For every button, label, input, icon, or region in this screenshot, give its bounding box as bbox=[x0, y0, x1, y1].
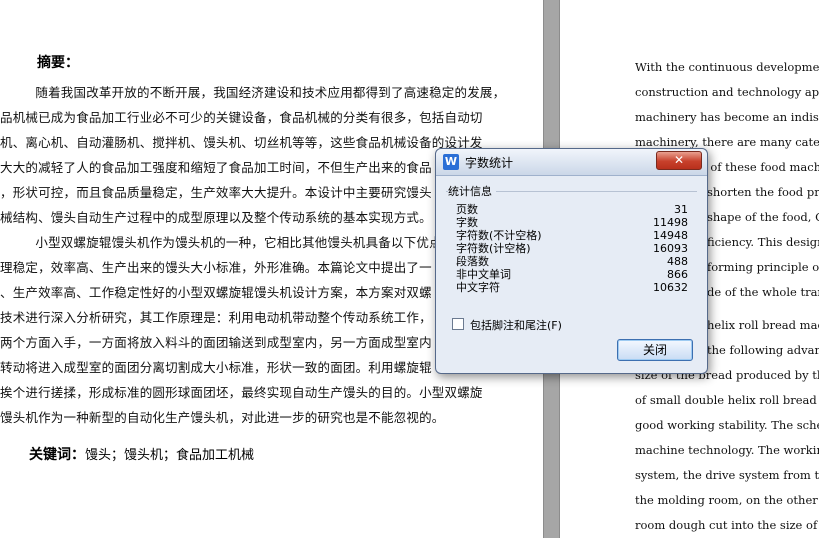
abstract-line: ，形状可控，而且食品质量稳定，生产效率大大提升。本设计中主要研究馒头 bbox=[0, 185, 432, 200]
english-line: machinery, there are many categor bbox=[635, 135, 819, 149]
stat-value: 14948 bbox=[653, 229, 688, 242]
abstract-line: 转动将进入成型室的面团分离切割成大小标准，形状一致的面团。利用螺旋辊 bbox=[0, 360, 432, 375]
abstract-line: 品机械已成为食品加工行业必不可少的关键设备，食品机械的分类有很多，包括自动切 bbox=[0, 110, 483, 125]
stat-value: 488 bbox=[667, 255, 688, 268]
close-button[interactable]: 关闭 bbox=[617, 339, 693, 361]
stat-value: 11498 bbox=[653, 216, 688, 229]
english-line: machine technology. The working bbox=[635, 443, 819, 457]
english-line: With the continuous development bbox=[635, 60, 819, 74]
english-line: machinery has become an indispe bbox=[635, 110, 819, 124]
stat-row: 中文字符 10632 bbox=[456, 281, 688, 294]
stat-label: 字符数(计空格) bbox=[456, 242, 531, 255]
include-footnotes-option[interactable]: 包括脚注和尾注(F) bbox=[452, 317, 562, 333]
stat-label: 页数 bbox=[456, 203, 478, 216]
abstract-line: 械结构、馒头自动生产过程中的成型原理以及整个传动系统的基本实现方式。 bbox=[0, 210, 432, 225]
stat-value: 866 bbox=[667, 268, 688, 281]
stat-label: 非中文单词 bbox=[456, 268, 511, 281]
stat-row: 非中文单词 866 bbox=[456, 268, 688, 281]
english-line: good working stability. The schen bbox=[635, 418, 819, 432]
abstract-line: 大大的减轻了人的食品加工强度和缩短了食品加工时间，不但生产出来的食品 bbox=[0, 160, 432, 175]
stat-row: 段落数 488 bbox=[456, 255, 688, 268]
english-line: system, the drive system from two a bbox=[635, 468, 819, 482]
stat-value: 16093 bbox=[653, 242, 688, 255]
keywords-label: 关键词： bbox=[29, 447, 85, 463]
abstract-line: 两个方面入手，一方面将放入料斗的面团输送到成型室内，另一方面成型室内 bbox=[0, 335, 432, 350]
stat-label: 字数 bbox=[456, 216, 478, 229]
dialog-title: 字数统计 bbox=[465, 156, 514, 170]
stat-row: 页数 31 bbox=[456, 203, 688, 216]
statistics-group: 统计信息 页数 31 字数 11498 字符数(不计空格) 14948 字符数(计空格… bbox=[446, 183, 697, 327]
stat-label: 段落数 bbox=[456, 255, 489, 268]
abstract-line: 技术进行深入分析研究，其工作原理是：利用电动机带动整个传动系统工作， bbox=[0, 310, 432, 325]
stat-label: 字符数(不计空格) bbox=[456, 229, 542, 242]
abstract-line: 馒头机作为一种新型的自动化生产馒头机，对此进一步的研究也是不能忽视的。 bbox=[0, 410, 445, 425]
abstract-line: 、生产效率高、工作稳定性好的小型双螺旋辊馒头机设计方案，本方案对双螺 bbox=[0, 285, 432, 300]
abstract-line: 小型双螺旋辊馒头机作为馒头机的一种，它相比其他馒头机具备以下优点： bbox=[10, 235, 455, 250]
abstract-line: 机、离心机、自动灌肠机、搅拌机、馒头机、切丝机等等，这些食品机械设备的设计发 bbox=[0, 135, 483, 150]
stat-row: 字符数(计空格) 16093 bbox=[456, 242, 688, 255]
english-line: l of these food machine bbox=[703, 160, 819, 174]
english-line: shape of the food, Co bbox=[707, 210, 819, 224]
wps-writer-icon: W bbox=[443, 154, 459, 170]
abstract-line: 随着我国改革开放的不断开展，我国经济建设和技术应用都得到了高速稳定的发展， bbox=[10, 85, 506, 100]
stat-row: 字数 11498 bbox=[456, 216, 688, 229]
english-line: shorten the food proc bbox=[707, 185, 819, 199]
abstract-line: 理稳定，效率高、生产出来的馒头大小标准，外形准确。本篇论文中提出了一 bbox=[0, 260, 432, 275]
include-footnotes-checkbox[interactable] bbox=[452, 318, 464, 330]
english-line: construction and technology applic bbox=[635, 85, 819, 99]
stat-row: 字符数(不计空格) 14948 bbox=[456, 229, 688, 242]
keywords-value: 馒头；馒头机；食品加工机械 bbox=[85, 448, 255, 463]
dialog-titlebar[interactable]: W 字数统计 ✕ bbox=[436, 149, 707, 176]
english-line: the molding room, on the other ha bbox=[635, 493, 819, 507]
english-line: the following advanta bbox=[707, 343, 819, 357]
keywords: 关键词：馒头；馒头机；食品加工机械 bbox=[29, 444, 254, 464]
include-footnotes-label: 包括脚注和尾注(F) bbox=[470, 319, 562, 332]
stat-value: 10632 bbox=[653, 281, 688, 294]
english-line: ficiency. This design bbox=[707, 235, 819, 249]
english-line: room dough cut into the size of th bbox=[635, 518, 819, 532]
statistics-group-title: 统计信息 bbox=[448, 183, 496, 199]
abstract-title: 摘要： bbox=[37, 55, 79, 71]
stat-value: 31 bbox=[674, 203, 688, 216]
english-line: de of the whole transm bbox=[707, 285, 819, 299]
english-line: helix roll bread mac bbox=[707, 318, 819, 332]
abstract-line: 挨个进行搓揉，形成标准的圆形球面团坯，最终实现自动生产馒头的目的。小型双螺旋 bbox=[0, 385, 483, 400]
stat-label: 中文字符 bbox=[456, 281, 500, 294]
english-line: of small double helix roll bread m bbox=[635, 393, 819, 407]
close-icon[interactable]: ✕ bbox=[656, 151, 702, 170]
english-line: forming principle of bbox=[707, 260, 819, 274]
word-count-dialog: W 字数统计 ✕ 统计信息 页数 31 字数 11498 字符数(不计空格) 1494… bbox=[435, 148, 708, 374]
stats-list: 页数 31 字数 11498 字符数(不计空格) 14948 字符数(计空格) 1609… bbox=[456, 203, 688, 294]
